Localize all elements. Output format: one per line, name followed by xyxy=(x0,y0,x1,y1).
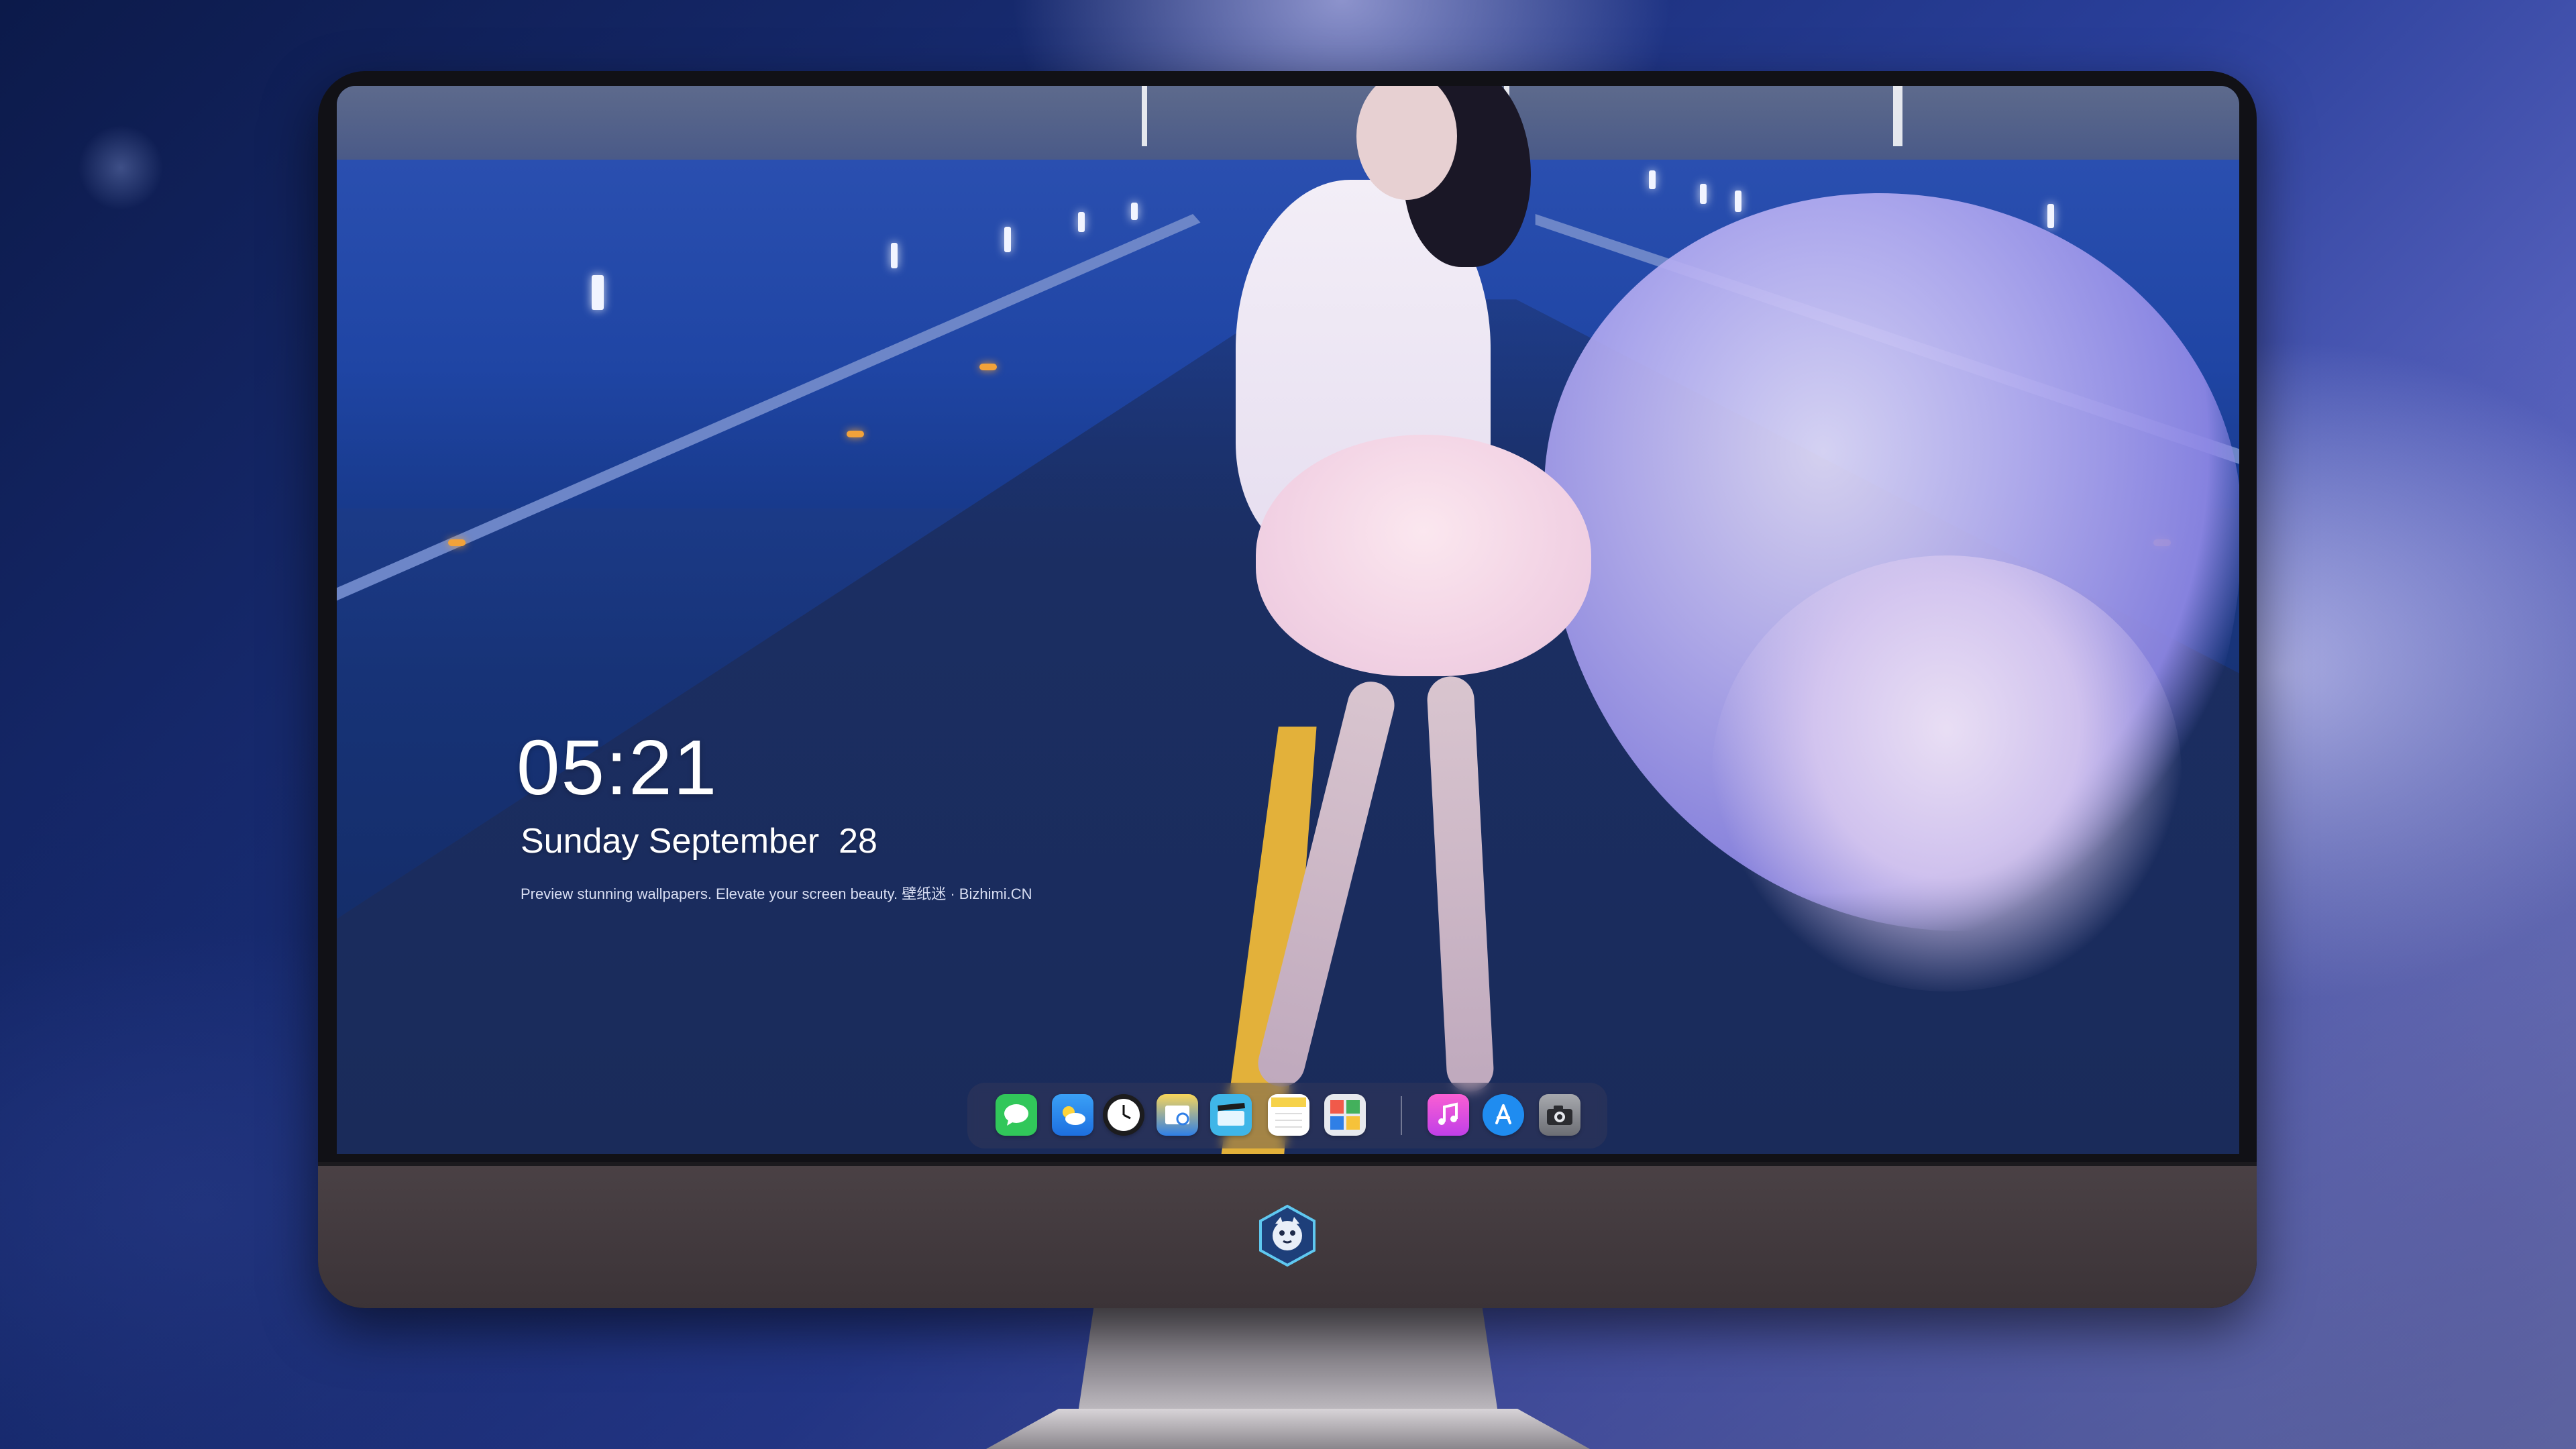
tunnel-light xyxy=(1004,227,1011,252)
tunnel-light xyxy=(1649,170,1656,189)
road-reflector xyxy=(448,539,466,546)
preview-icon[interactable] xyxy=(1157,1094,1198,1136)
app-store-icon[interactable] xyxy=(1483,1094,1524,1136)
tunnel-light xyxy=(2047,204,2054,228)
photo-booth-icon[interactable] xyxy=(1324,1094,1366,1136)
tunnel-light xyxy=(891,243,898,268)
wallpaper-figure-skirt xyxy=(1256,435,1591,676)
monitor-stand-neck xyxy=(1077,1308,1499,1422)
tunnel-light xyxy=(1131,203,1138,220)
wallpaper-ceiling xyxy=(337,86,2239,160)
road-reflector xyxy=(847,431,864,437)
desktop-background: 05:21 Sunday September 28 Preview stunni… xyxy=(0,0,2576,1449)
messages-icon[interactable] xyxy=(996,1094,1037,1136)
lock-screen-time: 05:21 xyxy=(517,724,718,811)
dock-separator xyxy=(1401,1096,1402,1135)
screen-wallpaper: 05:21 Sunday September 28 Preview stunni… xyxy=(337,86,2239,1154)
tunnel-light xyxy=(592,275,604,310)
music-icon[interactable] xyxy=(1428,1094,1469,1136)
ceiling-lamp xyxy=(1893,86,1902,146)
clips-icon[interactable] xyxy=(1210,1094,1252,1136)
clock-icon[interactable] xyxy=(1103,1094,1144,1136)
weather-icon[interactable] xyxy=(1052,1094,1093,1136)
tunnel-light xyxy=(1735,191,1741,212)
monitor-chin xyxy=(318,1162,2257,1308)
tunnel-light xyxy=(1078,212,1085,232)
road-reflector xyxy=(979,364,997,370)
tunnel-light xyxy=(1700,184,1707,204)
brand-logo-icon xyxy=(1259,1204,1316,1267)
notes-icon[interactable] xyxy=(1268,1094,1309,1136)
camera-icon[interactable] xyxy=(1539,1094,1580,1136)
lock-screen-date: Sunday September 28 xyxy=(521,822,877,861)
monitor-stand-base xyxy=(986,1409,1590,1449)
wallpaper-figure-dress xyxy=(1712,555,2182,991)
ceiling-lamp xyxy=(1142,86,1147,146)
lock-screen-tagline: Preview stunning wallpapers. Elevate you… xyxy=(521,885,1032,902)
